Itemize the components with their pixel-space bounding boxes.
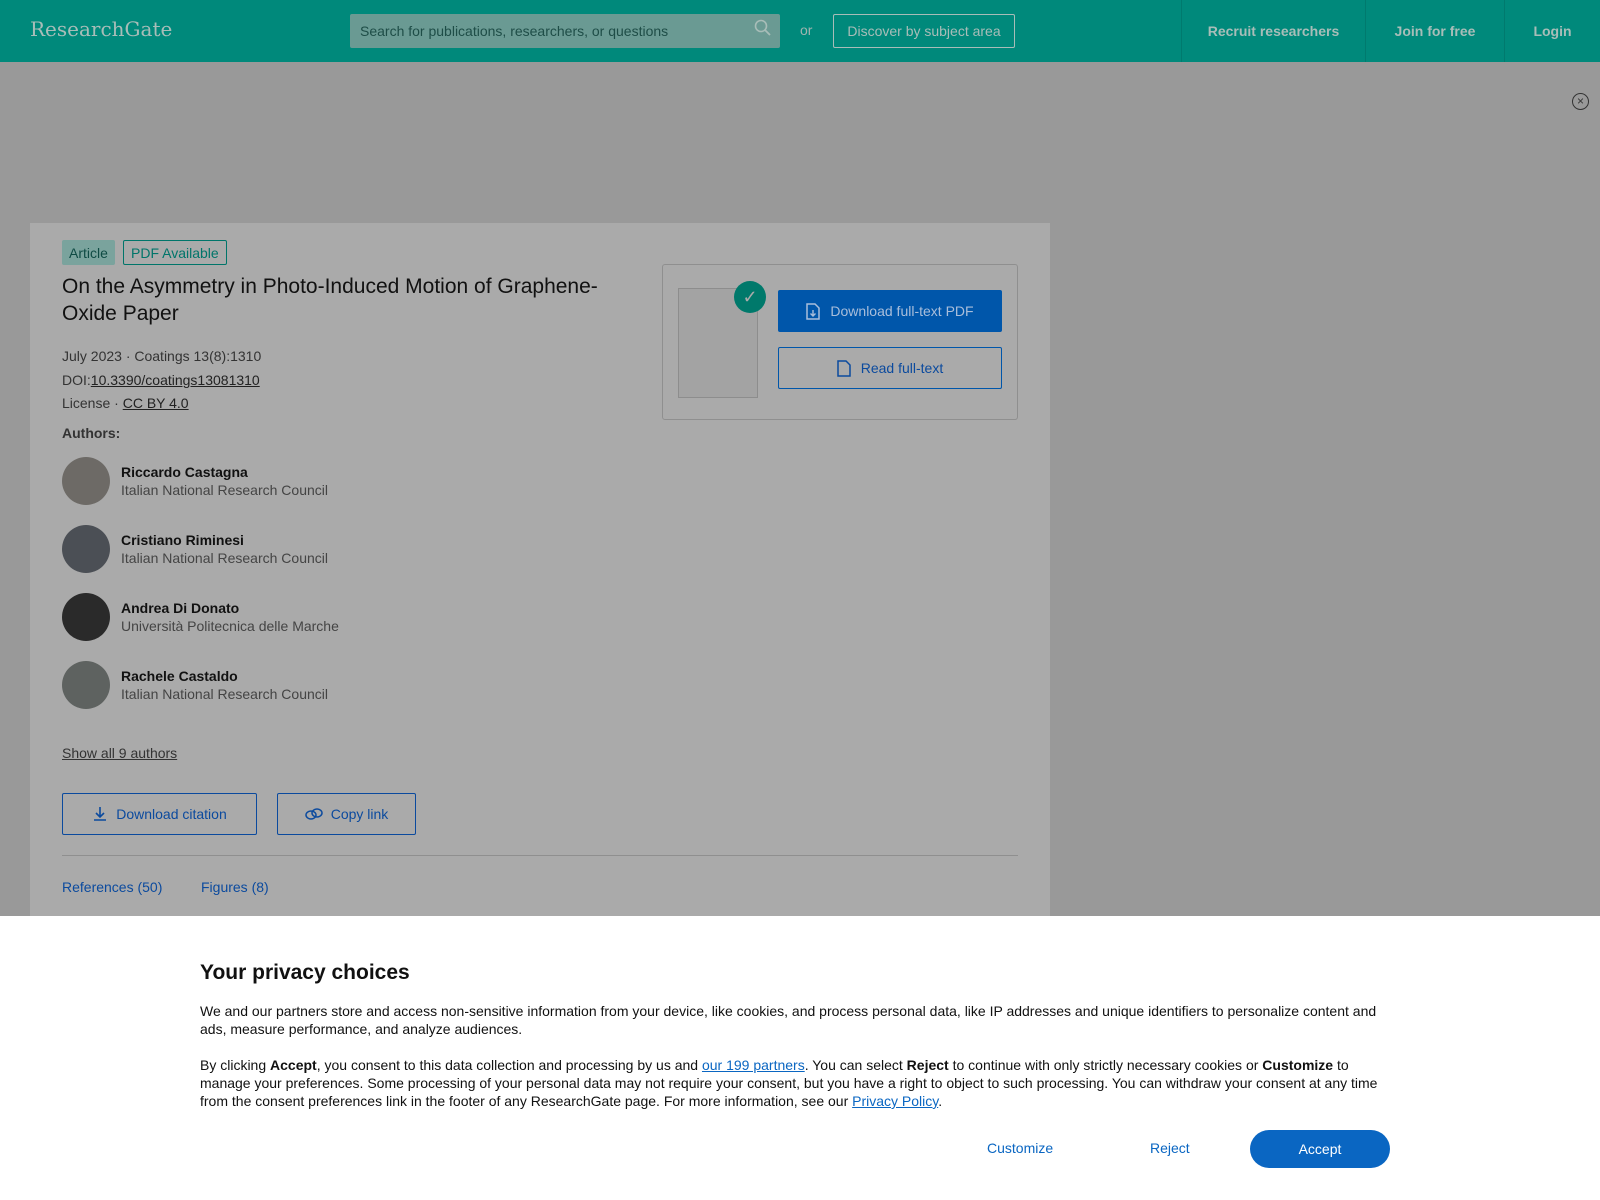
doi-row: DOI:10.3390/coatings13081310 <box>62 372 260 388</box>
author-item[interactable]: Rachele Castaldo Italian National Researc… <box>62 661 462 709</box>
pdf-box: ✓ Download full-text PDF Read full-text <box>662 264 1018 420</box>
avatar[interactable] <box>62 661 110 709</box>
author-affiliation: Italian National Research Council <box>121 686 328 702</box>
tab-references[interactable]: References (50) <box>62 879 162 895</box>
recruit-researchers-link[interactable]: Recruit researchers <box>1181 0 1365 62</box>
close-ad-icon[interactable]: × <box>1572 93 1589 110</box>
text: Accept <box>270 1057 317 1073</box>
login-link[interactable]: Login <box>1504 0 1600 62</box>
avatar[interactable] <box>62 457 110 505</box>
text: . You can select <box>804 1057 907 1073</box>
author-name[interactable]: Cristiano Riminesi <box>121 532 244 548</box>
consent-paragraph-2: By clicking Accept, you consent to this … <box>200 1056 1400 1110</box>
author-affiliation: Italian National Research Council <box>121 482 328 498</box>
document-icon <box>837 359 851 377</box>
text: Customize <box>1262 1057 1334 1073</box>
author-affiliation: Italian National Research Council <box>121 550 328 566</box>
author-item[interactable]: Andrea Di Donato Università Politecnica d… <box>62 593 462 641</box>
doi-link[interactable]: 10.3390/coatings13081310 <box>91 372 260 388</box>
pdf-download-icon <box>806 302 821 320</box>
author-item[interactable]: Cristiano Riminesi Italian National Resea… <box>62 525 462 573</box>
article-title: On the Asymmetry in Photo-Induced Motion… <box>62 275 598 325</box>
top-header: ResearchGate or Discover by subject area… <box>0 0 1600 62</box>
download-pdf-button[interactable]: Download full-text PDF <box>778 290 1002 332</box>
doi-label: DOI: <box>62 372 91 388</box>
divider <box>62 855 1018 856</box>
avatar[interactable] <box>62 593 110 641</box>
consent-paragraph-1: We and our partners store and access non… <box>200 1003 1377 1037</box>
join-link[interactable]: Join for free <box>1365 0 1504 62</box>
license-label: License · <box>62 395 123 411</box>
download-citation-button[interactable]: Download citation <box>62 793 257 835</box>
article-badge: Article <box>62 240 115 265</box>
read-full-text-button[interactable]: Read full-text <box>778 347 1002 389</box>
date-journal: July 2023 · Coatings 13(8):1310 <box>62 348 262 364</box>
download-citation-label: Download citation <box>116 806 227 822</box>
read-full-text-label: Read full-text <box>860 360 944 376</box>
copy-link-label: Copy link <box>330 806 389 822</box>
license-link[interactable]: CC BY 4.0 <box>123 395 189 411</box>
download-pdf-label: Download full-text PDF <box>830 303 974 319</box>
text: By clicking <box>200 1057 271 1073</box>
avatar[interactable] <box>62 525 110 573</box>
article-card: Article PDF Available On the Asymmetry i… <box>30 223 1050 923</box>
author-affiliation: Università Politecnica delle Marche <box>121 618 339 634</box>
privacy-policy-link[interactable]: Privacy Policy <box>852 1093 938 1109</box>
reject-button[interactable]: Reject <box>1150 1140 1190 1156</box>
check-icon: ✓ <box>734 281 766 313</box>
accept-button[interactable]: Accept <box>1250 1130 1390 1168</box>
text: . <box>938 1093 943 1109</box>
partners-link[interactable]: our 199 partners <box>702 1057 805 1073</box>
authors-heading: Authors: <box>62 425 121 441</box>
author-name[interactable]: Rachele Castaldo <box>121 668 238 684</box>
search-icon[interactable] <box>754 19 772 37</box>
download-icon <box>94 807 107 821</box>
or-label: or <box>800 22 813 38</box>
researchgate-logo[interactable]: ResearchGate <box>30 17 172 41</box>
text: Reject <box>906 1057 949 1073</box>
text: to continue with only strictly necessary… <box>948 1057 1263 1073</box>
author-item[interactable]: Riccardo Castagna Italian National Resear… <box>62 457 462 505</box>
tab-figures[interactable]: Figures (8) <box>201 879 269 895</box>
consent-title: Your privacy choices <box>200 961 410 984</box>
show-all-authors-link[interactable]: Show all 9 authors <box>62 745 177 761</box>
privacy-consent-banner: Your privacy choices We and our partners… <box>0 916 1600 1200</box>
copy-link-button[interactable]: Copy link <box>277 793 416 835</box>
discover-subject-button[interactable]: Discover by subject area <box>833 14 1015 48</box>
customize-button[interactable]: Customize <box>987 1140 1053 1156</box>
text: , you consent to this data collection an… <box>316 1057 702 1073</box>
search-input[interactable] <box>350 14 780 48</box>
license-row: License · CC BY 4.0 <box>62 395 189 411</box>
pdf-available-badge: PDF Available <box>123 240 227 265</box>
link-icon <box>304 808 323 820</box>
author-name[interactable]: Andrea Di Donato <box>121 600 239 616</box>
author-name[interactable]: Riccardo Castagna <box>121 464 248 480</box>
